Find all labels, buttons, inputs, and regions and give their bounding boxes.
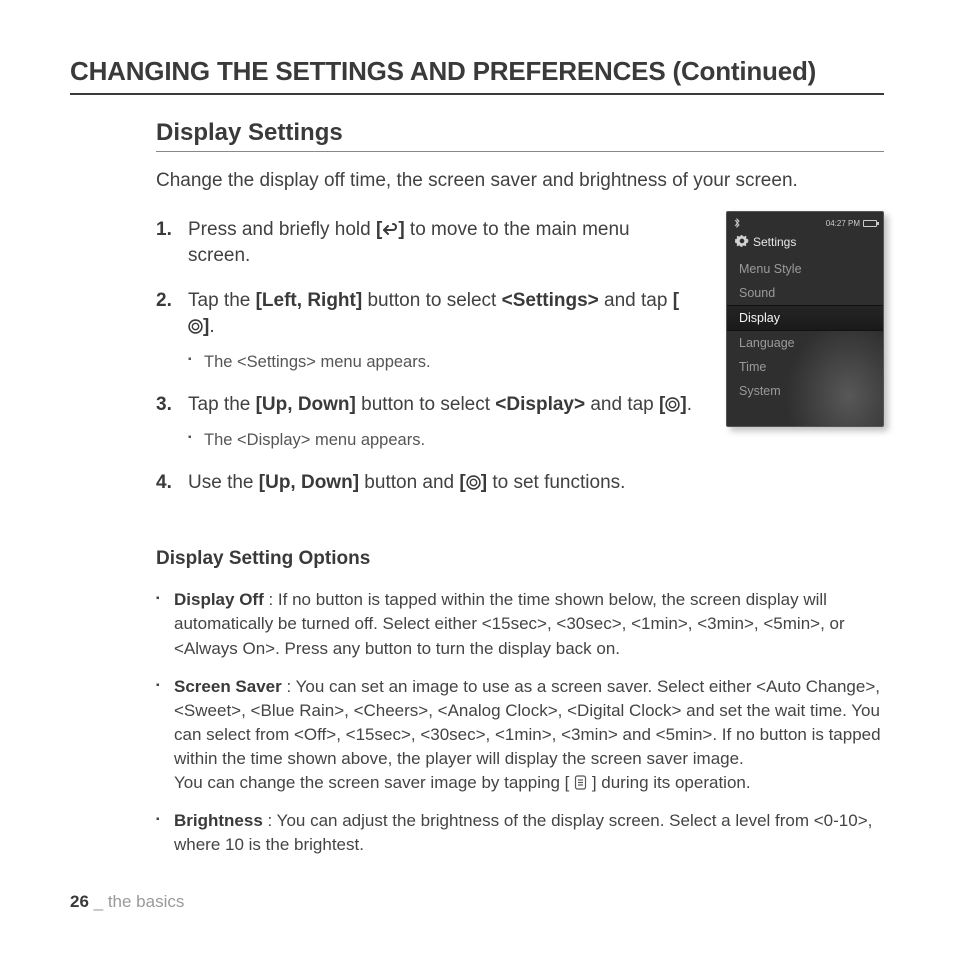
- device-time: 04:27 PM: [826, 219, 860, 228]
- page-footer: 26 _ the basics: [70, 892, 184, 912]
- section-title: Display Settings: [156, 119, 884, 152]
- back-icon: [382, 219, 398, 233]
- option-item: Screen Saver : You can set an image to u…: [156, 675, 884, 796]
- option-name: Screen Saver: [174, 677, 282, 696]
- step-bold: <Display>: [495, 394, 585, 415]
- step-text: Press and briefly hold: [188, 219, 376, 240]
- options-title: Display Setting Options: [156, 548, 884, 570]
- option-desc: ] during its operation.: [587, 773, 750, 792]
- step-number: 4.: [156, 470, 172, 497]
- options-list: Display Off : If no button is tapped wit…: [156, 588, 884, 857]
- center-button-icon: [466, 472, 481, 487]
- step-item: 2. Tap the [Left, Right] button to selec…: [156, 288, 694, 374]
- content-block: Display Settings Change the display off …: [70, 119, 884, 858]
- option-name: Brightness: [174, 811, 263, 830]
- device-menu-item: Sound: [727, 281, 883, 305]
- page-number: 26: [70, 892, 89, 911]
- option-sep: :: [263, 811, 277, 830]
- menu-icon: [574, 773, 587, 788]
- step-text: .: [209, 316, 214, 337]
- step-bold: <Settings>: [502, 290, 599, 311]
- options-area: Display Setting Options Display Off : If…: [156, 548, 884, 857]
- bt-icon: [733, 218, 741, 230]
- battery-icon: [863, 220, 877, 227]
- step-text: Tap the: [188, 394, 256, 415]
- device-screenshot: 04:27 PM Settings Menu Style Sound Displ…: [726, 211, 884, 427]
- device-header-label: Settings: [753, 235, 796, 249]
- step-text: button and: [359, 472, 459, 493]
- option-desc: You can adjust the brightness of the dis…: [174, 811, 872, 854]
- section-intro: Change the display off time, the screen …: [156, 168, 884, 195]
- step-text: to set functions.: [487, 472, 625, 493]
- device-menu: Menu Style Sound Display Language Time S…: [727, 257, 883, 403]
- steps-area: 04:27 PM Settings Menu Style Sound Displ…: [156, 217, 884, 497]
- page-title: CHANGING THE SETTINGS AND PREFERENCES (C…: [70, 56, 884, 95]
- footer-sep: _: [89, 892, 108, 911]
- step-text: Use the: [188, 472, 259, 493]
- step-item: 1. Press and briefly hold [] to move to …: [156, 217, 694, 270]
- device-menu-item: Menu Style: [727, 257, 883, 281]
- option-item: Display Off : If no button is tapped wit…: [156, 588, 884, 660]
- step-item: 4. Use the [Up, Down] button and [] to s…: [156, 470, 694, 497]
- device-statusbar: 04:27 PM: [727, 218, 883, 234]
- center-button-icon: [188, 316, 203, 331]
- option-item: Brightness : You can adjust the brightne…: [156, 809, 884, 857]
- option-sep: :: [264, 590, 278, 609]
- step-text: and tap: [585, 394, 659, 415]
- step-bold: [Up, Down]: [256, 394, 356, 415]
- step-text: .: [687, 394, 692, 415]
- bracket-open: [: [673, 290, 679, 311]
- center-button-icon: [665, 394, 680, 409]
- step-number: 2.: [156, 288, 172, 315]
- step-item: 3. Tap the [Up, Down] button to select <…: [156, 392, 694, 452]
- device-menu-item: System: [727, 379, 883, 403]
- option-name: Display Off: [174, 590, 264, 609]
- gear-icon: [735, 234, 749, 251]
- step-text: and tap: [599, 290, 673, 311]
- step-bold: [Left, Right]: [256, 290, 363, 311]
- step-text: button to select: [362, 290, 501, 311]
- option-desc: You can change the screen saver image by…: [174, 773, 574, 792]
- device-menu-item-selected: Display: [727, 305, 883, 331]
- step-sub-bullet: The <Settings> menu appears.: [188, 351, 694, 374]
- step-sub-bullet: The <Display> menu appears.: [188, 429, 694, 452]
- chapter-name: the basics: [108, 892, 185, 911]
- step-bold: [Up, Down]: [259, 472, 359, 493]
- step-text: Tap the: [188, 290, 256, 311]
- step-number: 3.: [156, 392, 172, 419]
- device-menu-item: Time: [727, 355, 883, 379]
- step-text: button to select: [356, 394, 495, 415]
- step-number: 1.: [156, 217, 172, 244]
- device-menu-item: Language: [727, 331, 883, 355]
- device-header: Settings: [727, 234, 883, 257]
- option-sep: :: [282, 677, 296, 696]
